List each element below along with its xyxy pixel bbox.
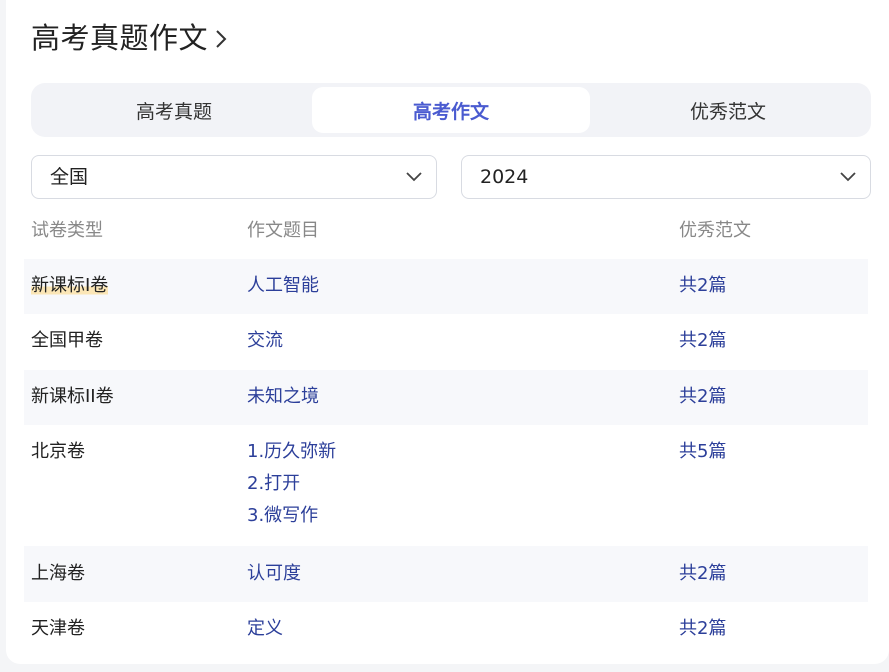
model-essay-count-link[interactable]: 共2篇 — [679, 325, 726, 357]
table-row: 天津卷 定义 共2篇 — [24, 602, 868, 657]
region-select-value: 全国 — [50, 166, 89, 188]
essay-topic-link[interactable]: 交流 — [247, 325, 283, 357]
essay-topic-link[interactable]: 定义 — [247, 613, 283, 645]
model-essay-count-link[interactable]: 共5篇 — [679, 436, 726, 468]
table-row: 北京卷 1.历久弥新 2.打开 3.微写作 共5篇 — [24, 425, 868, 546]
essay-topic-list: 1.历久弥新 2.打开 3.微写作 — [247, 436, 336, 532]
paper-type: 新课标I卷 — [31, 275, 109, 296]
table-row: 上海卷 认可度 共2篇 — [24, 546, 868, 602]
chevron-down-icon — [840, 172, 856, 182]
paper-type: 新课标II卷 — [31, 386, 114, 407]
year-select[interactable]: 2024 — [461, 155, 871, 199]
chevron-down-icon — [406, 172, 422, 182]
essay-topic-link[interactable]: 人工智能 — [247, 270, 319, 302]
card-header-link[interactable]: 高考真题作文 — [31, 18, 228, 58]
paper-type: 天津卷 — [31, 618, 85, 639]
model-essay-count-link[interactable]: 共2篇 — [679, 270, 726, 302]
essay-topic-link[interactable]: 2.打开 — [247, 468, 336, 500]
column-header-paper-type: 试卷类型 — [31, 220, 103, 241]
table-row: 全国甲卷 交流 共2篇 — [24, 314, 868, 370]
table-row: 新课标II卷 未知之境 共2篇 — [24, 370, 868, 425]
model-essay-count-link[interactable]: 共2篇 — [679, 381, 726, 413]
essay-topic-link[interactable]: 3.微写作 — [247, 500, 336, 532]
essay-card: 高考真题作文 高考真题 高考作文 优秀范文 全国 2024 试卷类型 作文题目 … — [6, 0, 889, 664]
essay-topic-link[interactable]: 认可度 — [247, 558, 301, 590]
column-header-essay-topic: 作文题目 — [247, 220, 319, 241]
essay-topic-link[interactable]: 1.历久弥新 — [247, 436, 336, 468]
tab-exam-essays[interactable]: 高考作文 — [312, 87, 590, 133]
paper-type: 北京卷 — [31, 441, 85, 462]
model-essay-count-link[interactable]: 共2篇 — [679, 558, 726, 590]
column-header-model-essays: 优秀范文 — [679, 220, 751, 241]
year-select-value: 2024 — [480, 166, 529, 188]
paper-type: 全国甲卷 — [31, 330, 103, 351]
tab-exam-papers[interactable]: 高考真题 — [35, 87, 313, 133]
model-essay-count-link[interactable]: 共2篇 — [679, 613, 726, 645]
tab-bar: 高考真题 高考作文 优秀范文 — [31, 83, 871, 137]
region-select[interactable]: 全国 — [31, 155, 437, 199]
chevron-right-icon — [216, 30, 227, 48]
card-title: 高考真题作文 — [31, 21, 209, 55]
essay-topic-link[interactable]: 未知之境 — [247, 381, 319, 413]
table-row: 新课标I卷 人工智能 共2篇 — [24, 259, 868, 314]
paper-type: 上海卷 — [31, 563, 85, 584]
tab-model-essays[interactable]: 优秀范文 — [589, 87, 867, 133]
